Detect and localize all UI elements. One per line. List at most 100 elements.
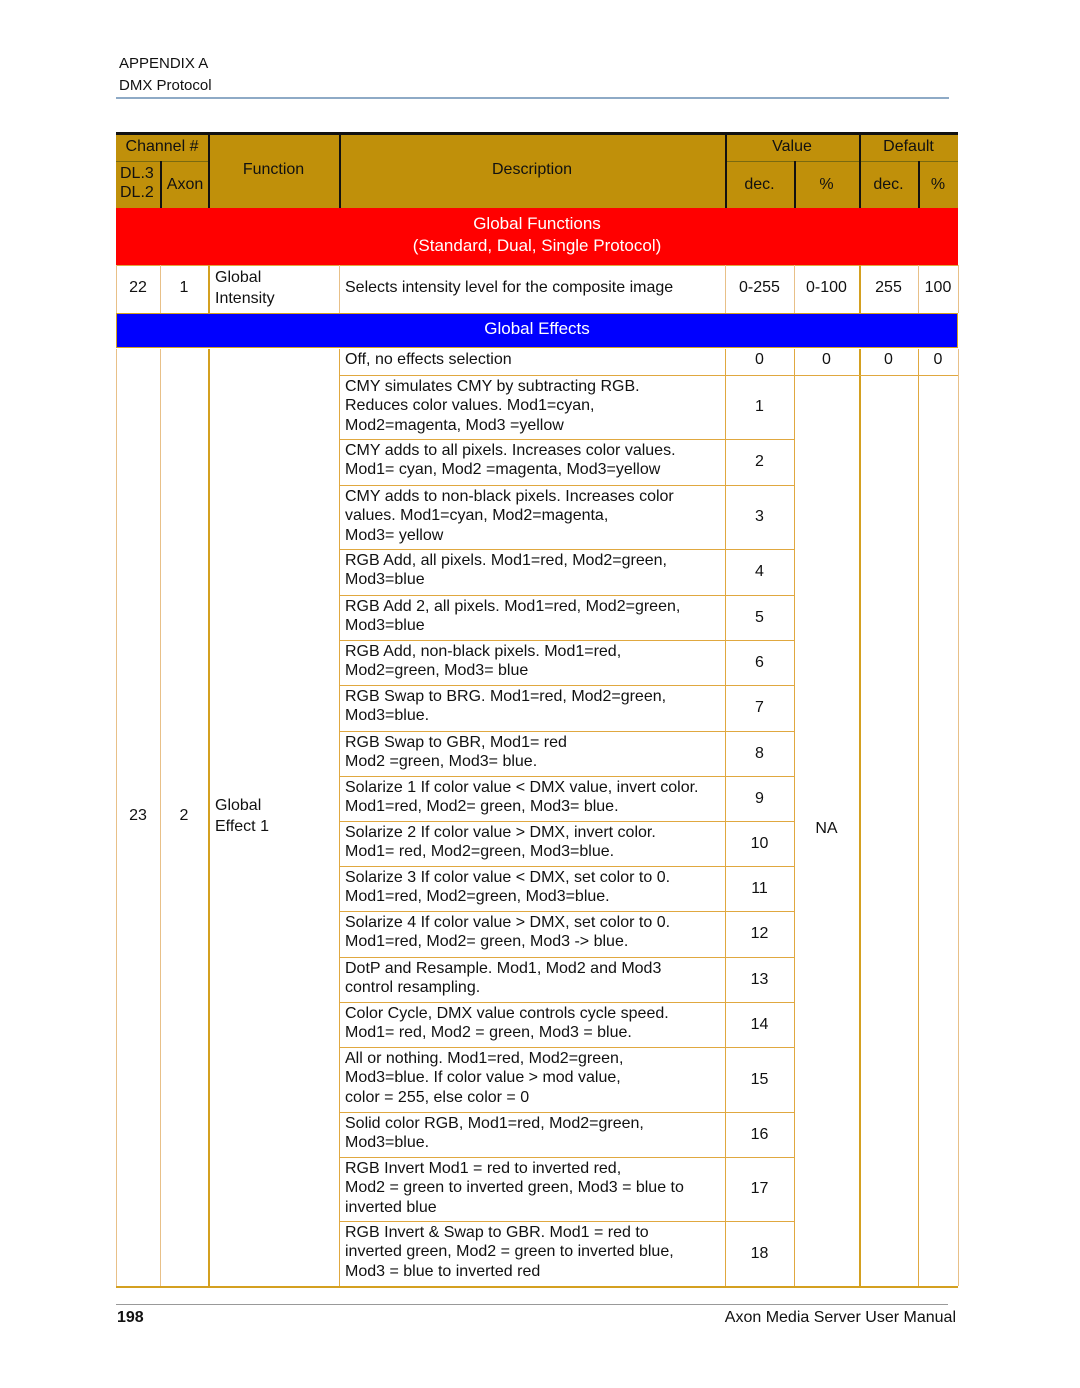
- effect-description-line: Mod2 =green, Mod3= blue.: [345, 753, 538, 771]
- effect-description-line: Solarize 4 If color value > DMX, set col…: [345, 914, 671, 931]
- effect-description-line: inverted blue: [345, 1198, 437, 1216]
- effect-value-dec: 2: [755, 453, 764, 470]
- cell-function-line2: Effect 1: [215, 818, 269, 835]
- footer-divider: [116, 1304, 948, 1305]
- effect-value-dec: 17: [750, 1180, 769, 1197]
- column-header-value-pct: %: [819, 176, 834, 193]
- effect-description-line: Mod1=red, Mod2= green, Mod3= blue.: [345, 798, 619, 816]
- column-divider: [794, 349, 795, 1286]
- header-subdivider: [859, 161, 958, 162]
- column-divider: [958, 265, 959, 313]
- effect-description-line: RGB Add, all pixels. Mod1=red, Mod2=gree…: [345, 552, 667, 569]
- effect-description-line: Mod3 = blue to inverted red: [345, 1262, 541, 1280]
- effect-description-line: Mod2 = green to inverted green, Mod3 = b…: [345, 1179, 684, 1197]
- column-header-default-dec: dec.: [873, 176, 904, 193]
- effect-value-dec: 3: [755, 508, 764, 525]
- effect-description-line: RGB Add, non-black pixels. Mod1=red,: [345, 643, 622, 660]
- header-top-border: [116, 132, 958, 135]
- column-header-default-pct: %: [930, 176, 946, 193]
- column-header-axon: Axon: [166, 176, 204, 193]
- column-header-dl2: DL.2: [120, 184, 154, 201]
- effect-value-dec: 15: [750, 1070, 769, 1088]
- cell-default-pct: 100: [924, 279, 952, 296]
- effect-value-dec: 14: [750, 1015, 769, 1033]
- page-number: 198: [117, 1309, 144, 1326]
- effect-description-line: Mod1= red, Mod2 = green, Mod3 = blue.: [345, 1024, 632, 1042]
- effect-description-line: RGB Invert Mod1 = red to inverted red,: [345, 1160, 622, 1177]
- section-title-global-effects: Global Effects: [484, 319, 590, 338]
- cell-dl-channel: 22: [129, 279, 147, 296]
- effect-value-dec: 6: [755, 653, 764, 671]
- effect-description-line: RGB Add 2, all pixels. Mod1=red, Mod2=gr…: [345, 598, 681, 615]
- column-header-default: Default: [883, 138, 934, 155]
- section-subtitle-protocol: (Standard, Dual, Single Protocol): [412, 236, 662, 255]
- effect-description-line: Mod3=blue: [345, 617, 425, 635]
- column-header-channel: Channel #: [125, 138, 199, 155]
- cell-default-dec: 255: [875, 279, 902, 296]
- effect-value-dec: 13: [750, 970, 769, 988]
- effect-description-line: Mod3=blue.: [345, 707, 430, 725]
- effect-description-line: CMY adds to all pixels. Increases color …: [345, 442, 676, 459]
- effect-description-line: DotP and Resample. Mod1, Mod2 and Mod3: [345, 960, 662, 977]
- cell-value-pct: 0-100: [806, 279, 847, 296]
- cell-value-dec: 0: [755, 351, 764, 368]
- cell-description: Selects intensity level for the composit…: [345, 279, 674, 296]
- cell-dl-channel: 23: [129, 807, 147, 824]
- table-right-border: [958, 349, 959, 1286]
- cell-value-pct-na: NA: [815, 820, 838, 837]
- cell-default-pct: 0: [933, 351, 943, 368]
- cell-value-dec: 0-255: [739, 279, 780, 296]
- effect-description-line: RGB Invert & Swap to GBR. Mod1 = red to: [345, 1224, 649, 1241]
- column-header-function: Function: [242, 161, 305, 178]
- cell-description: Off, no effects selection: [345, 351, 512, 368]
- effect-description-line: Mod2=magenta, Mod3 =yellow: [345, 416, 564, 434]
- cell-function-line1: Global: [215, 797, 262, 814]
- column-divider: [208, 349, 210, 1286]
- effect-description-line: control resampling.: [345, 979, 481, 997]
- effect-description-line: Mod1= red, Mod2=green, Mod3=blue.: [345, 843, 615, 861]
- effect-value-dec: 18: [750, 1244, 769, 1262]
- effect-value-dec: 8: [755, 744, 764, 762]
- header-subdivider: [725, 161, 859, 162]
- effect-value-dec: 5: [755, 608, 764, 626]
- column-divider: [208, 265, 210, 313]
- effect-description-line: Solarize 2 If color value > DMX, invert …: [345, 824, 656, 841]
- cell-function-line2: Intensity: [215, 290, 275, 307]
- effect-description-line: All or nothing. Mod1=red, Mod2=green,: [345, 1050, 624, 1067]
- row-divider: [116, 265, 958, 266]
- effect-description-line: Mod3= yellow: [345, 526, 444, 544]
- effect-description-line: Color Cycle, DMX value controls cycle sp…: [345, 1005, 669, 1022]
- effect-description-line: Solid color RGB, Mod1=red, Mod2=green,: [345, 1115, 644, 1132]
- effect-description-line: RGB Swap to BRG. Mod1=red, Mod2=green,: [345, 688, 667, 705]
- cell-axon-channel: 1: [179, 279, 189, 296]
- effect-description-line: Mod3=blue: [345, 571, 425, 589]
- effect-description-line: Solarize 1 If color value < DMX value, i…: [345, 779, 699, 796]
- effect-value-dec: 16: [750, 1125, 769, 1143]
- column-divider: [339, 265, 340, 313]
- dmx-protocol-table: Channel # DL.3 DL.2 Axon Function Description…: [0, 0, 1080, 1388]
- effect-description-line: CMY simulates CMY by subtracting RGB.: [345, 378, 640, 395]
- effect-description-line: Mod2=green, Mod3= blue: [345, 662, 529, 680]
- header-subdivider: [116, 161, 208, 162]
- column-header-dl3: DL.3: [120, 165, 154, 182]
- effect-description-line: Solarize 3 If color value < DMX, set col…: [345, 869, 671, 886]
- effect-description-line: color = 255, else color = 0: [345, 1088, 530, 1106]
- effect-value-dec: 1: [755, 398, 764, 415]
- table-bottom-border: [116, 1286, 958, 1288]
- effect-description-line: RGB Swap to GBR, Mod1= red: [345, 734, 567, 751]
- effect-description-line: Reduces color values. Mod1=cyan,: [345, 397, 595, 415]
- cell-axon-channel: 2: [179, 807, 189, 824]
- column-header-value: Value: [772, 138, 812, 155]
- cell-default-dec: 0: [884, 351, 893, 368]
- cell-function-line1: Global: [215, 269, 262, 286]
- section-title-global-functions: Global Functions: [473, 214, 601, 233]
- effect-value-dec: 12: [750, 925, 769, 942]
- effect-value-dec: 10: [750, 834, 769, 852]
- effect-value-dec: 7: [755, 699, 764, 716]
- cell-value-pct: 0: [822, 351, 831, 368]
- effect-description-line: CMY adds to non-black pixels. Increases …: [345, 488, 674, 505]
- column-divider: [918, 349, 919, 1286]
- column-header-value-dec: dec.: [744, 176, 775, 193]
- effect-description-line: values. Mod1=cyan, Mod2=magenta,: [345, 507, 609, 525]
- effect-description-line: Mod1=red, Mod2=green, Mod3=blue.: [345, 888, 610, 906]
